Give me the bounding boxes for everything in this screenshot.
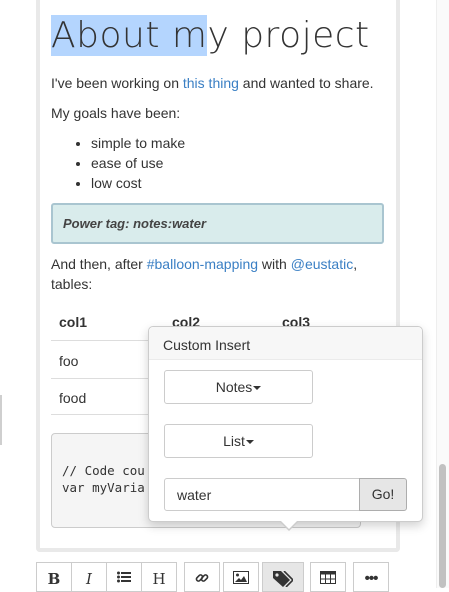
intro-paragraph: I've been working on this thing and want… bbox=[51, 73, 374, 93]
heading-rest: y project bbox=[207, 15, 370, 56]
tables-label: tables: bbox=[51, 276, 93, 292]
popover-arrow-fill bbox=[281, 521, 297, 529]
eustatic-user-link[interactable]: @eustatic bbox=[291, 256, 353, 272]
popover-title: Custom Insert bbox=[149, 327, 422, 360]
bold-icon: B bbox=[47, 570, 61, 588]
power-tag-text: Power tag: notes:water bbox=[63, 216, 207, 231]
more-icon: ••• bbox=[364, 570, 379, 587]
list-icon bbox=[117, 571, 131, 583]
goal-item: simple to make bbox=[91, 133, 185, 153]
notes-dropdown-button[interactable]: Notes bbox=[164, 370, 313, 404]
intro-text-end: and wanted to share. bbox=[238, 75, 374, 91]
tags-icon bbox=[273, 570, 295, 588]
heading-icon: H bbox=[152, 570, 166, 588]
table-header-col1: col1 bbox=[59, 314, 88, 330]
document-heading[interactable]: About my project bbox=[51, 15, 370, 56]
tag-input[interactable]: water bbox=[164, 478, 360, 511]
table-icon bbox=[320, 571, 336, 584]
power-tag-box: Power tag: notes:water bbox=[51, 203, 384, 244]
custom-insert-popover: Custom Insert Notes List water Go! bbox=[148, 326, 423, 531]
heading-selection: About m bbox=[51, 15, 208, 56]
mentions-text-mid: with bbox=[258, 256, 291, 272]
goals-list: simple to make ease of use low cost bbox=[51, 133, 185, 193]
goals-label: My goals have been: bbox=[51, 105, 181, 121]
list-button-label: List bbox=[223, 433, 245, 449]
image-icon bbox=[233, 571, 249, 584]
intro-text: I've been working on bbox=[51, 75, 183, 91]
mentions-text-end: , bbox=[353, 256, 358, 272]
window-edge bbox=[0, 395, 2, 445]
notes-button-label: Notes bbox=[215, 379, 253, 395]
this-thing-link[interactable]: this thing bbox=[183, 75, 239, 91]
link-icon bbox=[195, 574, 209, 582]
table-cell: food bbox=[59, 390, 87, 406]
caret-down-icon bbox=[253, 386, 262, 391]
mentions-paragraph: And then, after #balloon-mapping with @e… bbox=[51, 254, 357, 274]
scrollbar-thumb[interactable] bbox=[439, 464, 446, 588]
go-button[interactable]: Go! bbox=[359, 478, 407, 511]
goal-item: ease of use bbox=[91, 153, 185, 173]
table-cell: foo bbox=[59, 353, 79, 369]
mentions-text: And then, after bbox=[51, 256, 147, 272]
list-dropdown-button[interactable]: List bbox=[164, 424, 313, 458]
goal-item: low cost bbox=[91, 173, 185, 193]
balloon-mapping-tag-link[interactable]: #balloon-mapping bbox=[147, 256, 258, 272]
caret-down-icon bbox=[245, 440, 254, 445]
italic-icon: I bbox=[86, 570, 92, 588]
